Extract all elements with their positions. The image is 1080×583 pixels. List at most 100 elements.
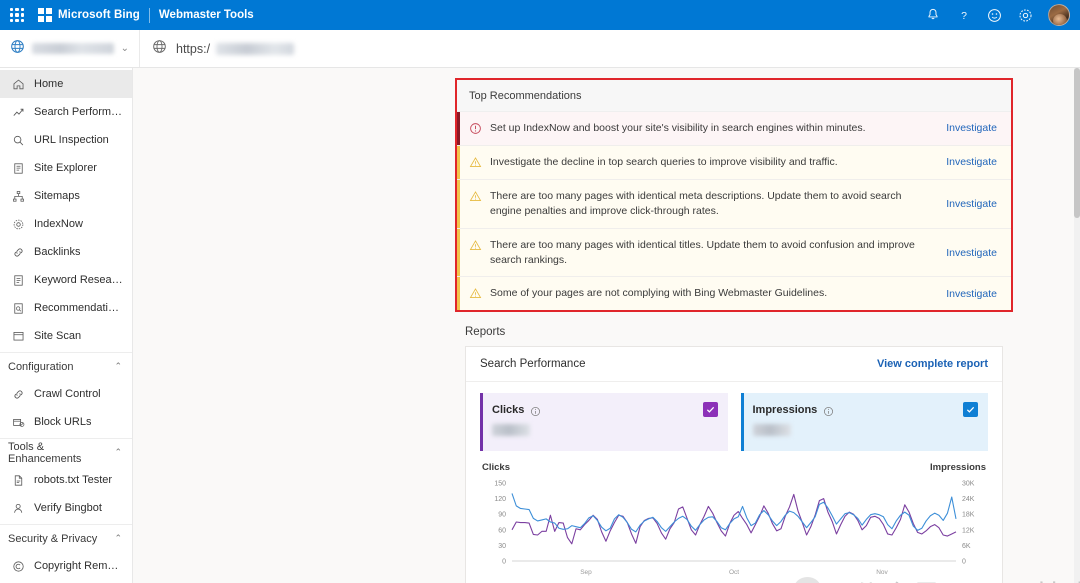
feedback-smiley-icon[interactable] bbox=[986, 7, 1003, 24]
top-recommendations-panel: Top Recommendations Set up IndexNow and … bbox=[455, 78, 1013, 313]
sidebar-item-url-inspection[interactable]: URL Inspection bbox=[0, 126, 132, 154]
svg-text:6K: 6K bbox=[962, 543, 971, 550]
chevron-down-icon[interactable]: ⌄ bbox=[121, 43, 129, 54]
sidebar-item-indexnow[interactable]: IndexNow bbox=[0, 210, 132, 238]
info-icon[interactable] bbox=[530, 404, 541, 417]
microsoft-tile-icon bbox=[38, 8, 52, 22]
sidebar-item-label: Crawl Control bbox=[34, 388, 101, 400]
sidebar-item-label: robots.txt Tester bbox=[34, 474, 113, 486]
metric-checkbox-clicks[interactable] bbox=[702, 402, 718, 418]
sidebar-item-site-scan[interactable]: Site Scan bbox=[0, 322, 132, 350]
site-name-redacted bbox=[32, 43, 114, 54]
main-scrollbar[interactable] bbox=[1074, 68, 1080, 583]
sidebar-item-label: Home bbox=[34, 78, 64, 90]
severity-accent-bar bbox=[457, 179, 460, 228]
sidebar-group-configuration[interactable]: Configuration ⌃ bbox=[0, 352, 132, 380]
investigate-link[interactable]: Investigate bbox=[946, 198, 1001, 210]
scrollbar-thumb[interactable] bbox=[1074, 68, 1080, 218]
svg-text:0: 0 bbox=[502, 559, 506, 566]
metric-card-clicks[interactable]: Clicks bbox=[480, 393, 728, 452]
investigate-link[interactable]: Investigate bbox=[946, 156, 1001, 168]
recommendation-row[interactable]: Investigate the decline in top search qu… bbox=[457, 145, 1011, 180]
warning-triangle-icon bbox=[469, 239, 482, 252]
search-performance-report-card: Search Performance View complete report … bbox=[465, 346, 1003, 583]
recommendation-row[interactable]: Set up IndexNow and boost your site's vi… bbox=[457, 112, 1011, 146]
sidebar-item-label: IndexNow bbox=[34, 218, 83, 230]
chevron-up-icon[interactable]: ⌃ bbox=[114, 447, 122, 458]
recommendation-text: There are too many pages with identical … bbox=[490, 238, 915, 266]
sidebar-item-backlinks[interactable]: Backlinks bbox=[0, 238, 132, 266]
metric-value-redacted bbox=[752, 424, 791, 437]
svg-text:24K: 24K bbox=[962, 496, 975, 503]
site-selector-dropdown[interactable]: ⌄ bbox=[0, 30, 140, 67]
sidebar-group-security-privacy[interactable]: Security & Privacy ⌃ bbox=[0, 524, 132, 552]
sidebar-item-crawl-control[interactable]: Crawl Control bbox=[0, 380, 132, 408]
sidebar-item-block-urls[interactable]: Block URLs bbox=[0, 408, 132, 436]
svg-text:60: 60 bbox=[498, 528, 506, 535]
svg-text:Sep: Sep bbox=[580, 569, 592, 576]
sidebar-item-verify-bingbot[interactable]: Verify Bingbot bbox=[0, 494, 132, 522]
recommendation-text: Set up IndexNow and boost your site's vi… bbox=[490, 122, 866, 134]
chart-axis-legend: Clicks Impressions bbox=[480, 459, 988, 475]
metric-checkbox-impressions[interactable] bbox=[963, 402, 978, 418]
site-url-display: https:/ bbox=[140, 30, 1080, 67]
chevron-up-icon[interactable]: ⌃ bbox=[114, 361, 122, 372]
sidebar-item-robots-txt-tester[interactable]: robots.txt Tester bbox=[0, 466, 132, 494]
recommendation-row[interactable]: There are too many pages with identical … bbox=[457, 179, 1011, 229]
chart-svg: 150 120 90 60 30 0 30K 24K 18K 12K 6K 0 Sep Oct Nov bbox=[494, 481, 975, 577]
sidebar-group-label: Security & Privacy bbox=[8, 532, 98, 545]
svg-text:30K: 30K bbox=[962, 481, 975, 488]
document-list-icon bbox=[11, 161, 25, 175]
recommendation-row[interactable]: Some of your pages are not complying wit… bbox=[457, 277, 1011, 311]
warning-triangle-icon bbox=[469, 156, 482, 169]
svg-text:Oct: Oct bbox=[729, 569, 739, 576]
sidebar-item-keyword-research[interactable]: Keyword Research bbox=[0, 266, 132, 294]
metric-name: Clicks bbox=[492, 403, 525, 416]
error-circle-icon bbox=[469, 122, 482, 135]
metric-card-impressions[interactable]: Impressions bbox=[740, 393, 988, 452]
view-complete-report-link[interactable]: View complete report bbox=[877, 358, 988, 370]
settings-gear-icon[interactable] bbox=[1017, 7, 1034, 24]
svg-text:?: ? bbox=[961, 10, 967, 22]
investigate-link[interactable]: Investigate bbox=[946, 288, 1001, 300]
recommendation-row[interactable]: There are too many pages with identical … bbox=[457, 228, 1011, 278]
bing-logo[interactable]: Microsoft Bing bbox=[38, 8, 140, 22]
sidebar-item-label: Keyword Research bbox=[34, 274, 124, 286]
sidebar-item-sitemaps[interactable]: Sitemaps bbox=[0, 182, 132, 210]
search-performance-chart: Clicks Impressions 150 120 90 60 30 0 30K 24K 18… bbox=[466, 455, 1002, 583]
sidebar-item-copyright-removal-notices[interactable]: Copyright Removal Notices bbox=[0, 552, 132, 580]
home-icon bbox=[11, 77, 25, 91]
recommendation-text: There are too many pages with identical … bbox=[490, 189, 902, 217]
sidebar-item-search-performance[interactable]: Search Performance bbox=[0, 98, 132, 126]
scan-window-icon bbox=[11, 329, 25, 343]
main-content: Top Recommendations Set up IndexNow and … bbox=[133, 68, 1080, 583]
info-icon[interactable] bbox=[823, 404, 834, 417]
metric-accent-bar bbox=[740, 393, 744, 452]
sitemap-tree-icon bbox=[11, 189, 25, 203]
url-prefix: https:/ bbox=[176, 41, 211, 56]
sidebar-group-tools-enhancements[interactable]: Tools & Enhancements ⌃ bbox=[0, 438, 132, 466]
app-launcher-icon[interactable] bbox=[8, 6, 26, 24]
sidebar-item-site-explorer[interactable]: Site Explorer bbox=[0, 154, 132, 182]
top-app-bar: Microsoft Bing Webmaster Tools ? bbox=[0, 0, 1080, 30]
metric-accent-bar bbox=[480, 393, 483, 452]
sidebar-item-label: Verify Bingbot bbox=[34, 502, 102, 514]
report-card-title: Search Performance bbox=[480, 358, 586, 371]
chart-plot-area: 150 120 90 60 30 0 30K 24K 18K 12K 6K 0 Sep Oct Nov bbox=[480, 475, 988, 583]
chevron-up-icon[interactable]: ⌃ bbox=[114, 533, 122, 544]
investigate-link[interactable]: Investigate bbox=[946, 122, 1001, 134]
metric-cards: Clicks Impressions bbox=[466, 382, 1002, 455]
gear-icon bbox=[11, 217, 25, 231]
severity-accent-bar bbox=[457, 228, 460, 277]
sidebar-item-recommendations[interactable]: Recommendations bbox=[0, 294, 132, 322]
user-avatar[interactable] bbox=[1048, 4, 1070, 26]
help-icon[interactable]: ? bbox=[955, 7, 972, 24]
notification-bell-icon[interactable] bbox=[924, 7, 941, 24]
recommendation-text: Some of your pages are not complying wit… bbox=[490, 287, 828, 300]
document-search-icon bbox=[11, 301, 25, 315]
svg-text:Nov: Nov bbox=[876, 569, 888, 576]
sidebar-item-home[interactable]: Home bbox=[0, 70, 132, 98]
chart-left-axis-label: Clicks bbox=[482, 462, 510, 474]
investigate-link[interactable]: Investigate bbox=[946, 247, 1001, 259]
product-name: Webmaster Tools bbox=[158, 9, 254, 21]
